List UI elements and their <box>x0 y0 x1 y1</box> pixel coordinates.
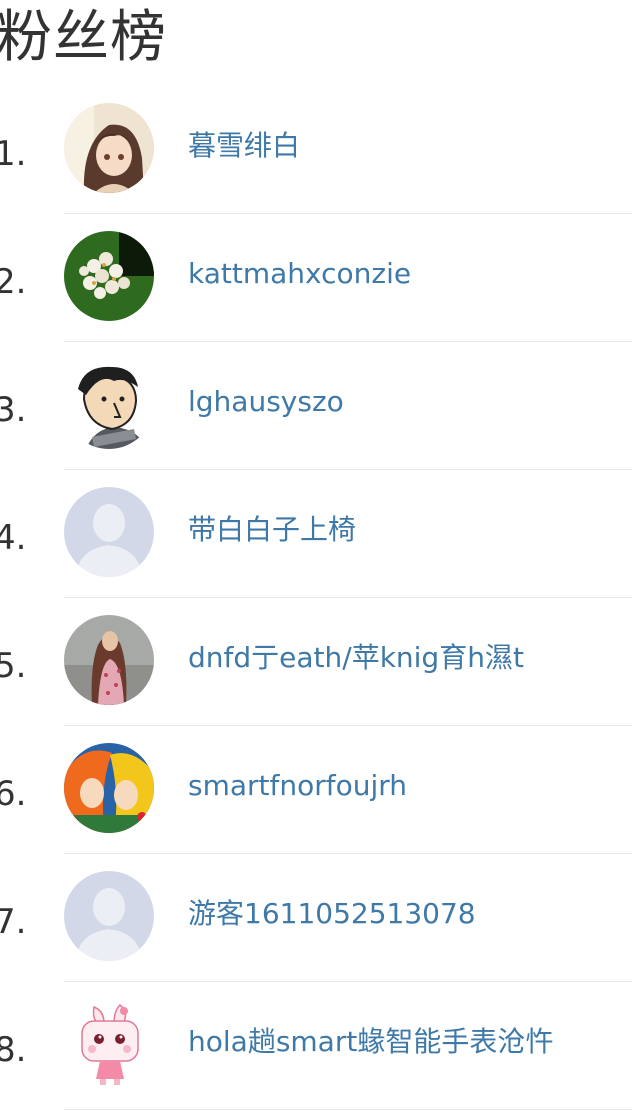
rank-number: 6. <box>0 774 27 814</box>
cartoon-man-avatar <box>64 359 154 449</box>
list-item: 3. lghausyszo <box>0 342 632 470</box>
fan-name-link[interactable]: dnfd亍eath/苹knig育h濕t <box>188 638 524 678</box>
list-item: 5. dnfd亍eath/苹knig育h濕t <box>0 598 632 726</box>
user-avatar-link[interactable] <box>64 615 154 705</box>
list-item: 2. kattmahxconzie <box>0 214 632 342</box>
page-title: 粉丝榜 <box>0 5 167 70</box>
user-avatar-link[interactable] <box>64 743 154 833</box>
user-avatar-link[interactable] <box>64 359 154 449</box>
user-avatar-link[interactable] <box>64 487 154 577</box>
fan-name-link[interactable]: 游客1611052513078 <box>188 894 476 934</box>
anime-characters-avatar <box>64 743 154 833</box>
fan-name-link[interactable]: lghausyszo <box>188 382 344 422</box>
fan-name-link[interactable]: 暮雪绯白 <box>188 126 300 166</box>
list-item: 4. 带白白子上椅 <box>0 470 632 598</box>
anime-girl-avatar <box>64 103 154 193</box>
user-avatar-link[interactable] <box>64 871 154 961</box>
fan-name-link[interactable]: smartfnorfoujrh <box>188 766 407 806</box>
default-user-avatar-icon <box>64 487 154 577</box>
rank-number: 2. <box>0 262 27 302</box>
list-item: 7. 游客1611052513078 <box>0 854 632 982</box>
rank-number: 7. <box>0 902 27 942</box>
fan-name-link[interactable]: 带白白子上椅 <box>188 510 356 550</box>
fan-name-link[interactable]: kattmahxconzie <box>188 254 411 294</box>
user-avatar-link[interactable] <box>64 231 154 321</box>
fan-name-link[interactable]: hola趟smart蝝智能手表沧忤 <box>188 1022 553 1062</box>
rank-number: 3. <box>0 390 27 430</box>
white-flowers-avatar <box>64 231 154 321</box>
list-item: 6. smartfnorfoujrh <box>0 726 632 854</box>
rank-number: 8. <box>0 1030 27 1070</box>
rank-number: 1. <box>0 134 27 174</box>
default-user-avatar-icon <box>64 871 154 961</box>
divider <box>64 1109 632 1110</box>
list-item: 1. 暮雪绯白 <box>0 86 632 214</box>
cute-bunny-avatar <box>64 999 154 1089</box>
user-avatar-link[interactable] <box>64 103 154 193</box>
rank-number: 4. <box>0 518 27 558</box>
girl-photo-avatar <box>64 615 154 705</box>
fan-ranking-list: 1. 暮雪绯白 2. kattmahxconzie 3. lghausyszo … <box>0 86 632 1110</box>
user-avatar-link[interactable] <box>64 999 154 1089</box>
list-item: 8. hola趟smart蝝智能手表沧忤 <box>0 982 632 1110</box>
rank-number: 5. <box>0 646 27 686</box>
